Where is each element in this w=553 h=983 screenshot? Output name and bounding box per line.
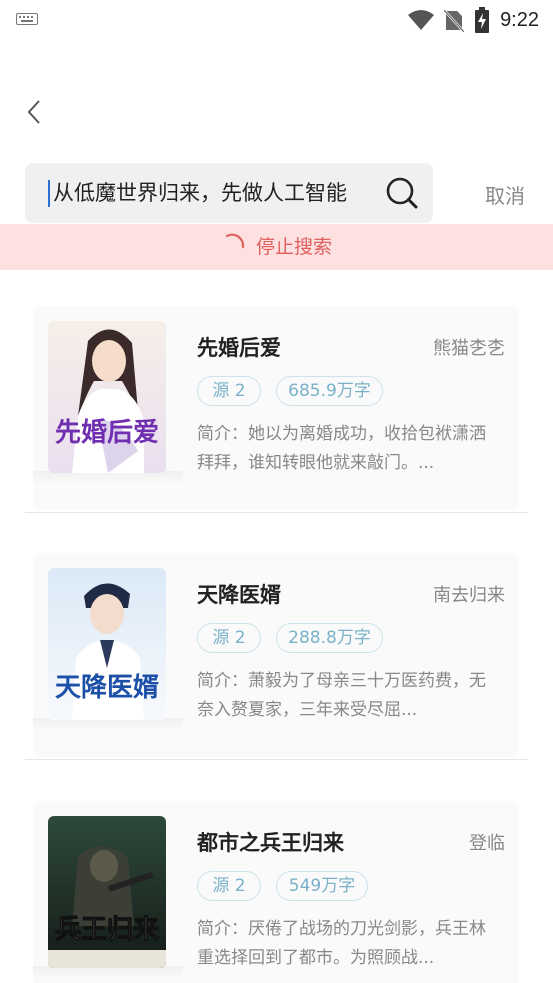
search-input[interactable]: 从低魔世界归来，先做人工智能 [25, 163, 433, 223]
source-tag[interactable]: 源 2 [197, 871, 261, 901]
word-count-tag: 288.8万字 [276, 623, 383, 653]
source-tag[interactable]: 源 2 [197, 623, 261, 653]
loading-spinner-icon [225, 233, 245, 249]
divider [25, 759, 528, 760]
book-title: 都市之兵王归来 [197, 831, 344, 855]
search-query-text: 从低魔世界归来，先做人工智能 [53, 181, 347, 205]
stop-search-label: 停止搜索 [256, 236, 333, 258]
divider [25, 512, 528, 513]
book-title: 先婚后爱 [197, 336, 281, 360]
status-bar: 9:22 [0, 0, 553, 40]
cover-stand [33, 471, 183, 485]
chevron-left-icon [27, 100, 40, 124]
book-title: 天降医婿 [197, 583, 281, 607]
word-count-tag: 685.9万字 [276, 376, 383, 406]
book-card[interactable]: 天降医婿 天降医婿 南去归来 源 2 288.8万字 简介：萧毅为了母亲三十万医… [25, 531, 528, 759]
keyboard-icon [16, 13, 38, 25]
book-cover: 先婚后爱 [48, 321, 166, 473]
book-intro: 简介：她以为离婚成功，收拾包袱潇洒拜拜，谁知转眼他就来敲门。... [197, 424, 486, 473]
cover-stand [33, 966, 183, 980]
cover-title: 先婚后爱 [55, 418, 159, 448]
cover-title: 天降医婿 [55, 673, 159, 703]
cover-stand [33, 718, 183, 732]
book-intro: 简介：厌倦了战场的刀光剑影，兵王林重选择回到了都市。为照顾战... [197, 919, 486, 968]
source-tag[interactable]: 源 2 [197, 376, 261, 406]
book-author: 南去归来 [433, 585, 505, 606]
book-card[interactable]: 先婚后爱 先婚后爱 熊猫朰朰 源 2 685.9万字 简介：她以为离婚成功，收拾… [25, 284, 528, 512]
word-count-tag: 549万字 [276, 871, 368, 901]
book-author: 熊猫朰朰 [433, 338, 505, 359]
book-cover: 兵王归来 [48, 816, 166, 968]
battery-charging-icon [475, 7, 490, 33]
book-card[interactable]: 兵王归来 都市之兵王归来 登临 源 2 549万字 简介：厌倦了战场的刀光剑影，… [25, 779, 528, 983]
book-cover: 天降医婿 [48, 568, 166, 720]
text-caret [48, 180, 50, 207]
book-intro: 简介：萧毅为了母亲三十万医药费，无奈入赘夏家，三年来受尽屈... [197, 671, 486, 720]
stop-search-bar[interactable]: 停止搜索 [0, 224, 553, 270]
book-author: 登临 [469, 833, 505, 854]
no-sim-icon [444, 9, 465, 32]
wifi-icon [408, 10, 435, 30]
search-icon[interactable] [385, 176, 419, 210]
back-button[interactable] [18, 96, 50, 128]
status-time: 9:22 [500, 8, 539, 31]
cover-title: 兵王归来 [55, 915, 160, 945]
cancel-button[interactable]: 取消 [485, 180, 525, 209]
